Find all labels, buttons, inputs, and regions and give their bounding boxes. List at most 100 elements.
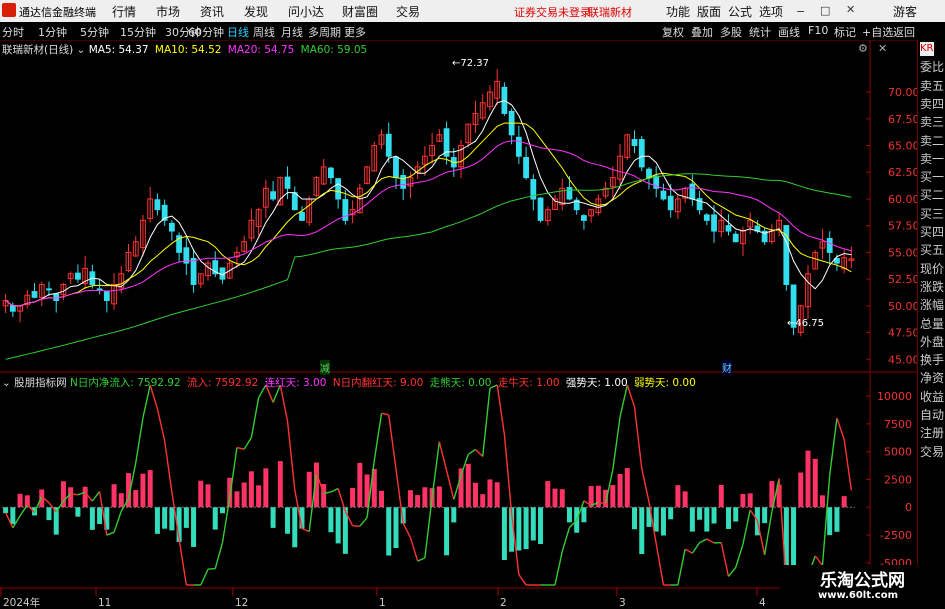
- sub-toggle-icon[interactable]: ⌄: [2, 377, 11, 389]
- side-label[interactable]: 买四: [920, 225, 944, 239]
- price-tick-label: 52.50: [888, 273, 917, 286]
- sub-tick-label: -2500: [880, 529, 912, 542]
- period-15min[interactable]: 15分钟: [120, 24, 156, 40]
- side-label[interactable]: 买一: [920, 170, 944, 184]
- side-label[interactable]: 卖三: [920, 115, 944, 129]
- high-marker: ←72.37: [452, 58, 490, 69]
- price-tick-label: 62.50: [888, 166, 917, 179]
- side-label[interactable]: 卖五: [920, 79, 944, 93]
- menu-wenxiaoda[interactable]: 问小达: [288, 3, 324, 20]
- side-label[interactable]: 买五: [920, 243, 944, 257]
- flow-bar-out: [386, 507, 392, 556]
- flow-bar-out: [827, 507, 833, 536]
- btn-f10[interactable]: F10: [808, 24, 828, 37]
- side-label[interactable]: 涨幅: [920, 298, 944, 312]
- menu-gongneng[interactable]: 功能: [666, 3, 690, 20]
- maximize-icon[interactable]: □: [820, 4, 830, 17]
- menu-zixun[interactable]: 资讯: [200, 3, 224, 20]
- btn-huaxian[interactable]: 画线: [778, 24, 800, 40]
- flow-bar-in: [415, 495, 421, 508]
- side-label[interactable]: 买二: [920, 188, 944, 202]
- period-fenshi[interactable]: 分时: [2, 24, 24, 40]
- flow-bar-out: [762, 507, 768, 524]
- menu-jiaoyi[interactable]: 交易: [396, 3, 420, 20]
- sub-item: N日内翻红天: 9.00: [332, 377, 424, 389]
- btn-tongji[interactable]: 统计: [749, 24, 771, 40]
- side-label[interactable]: 卖四: [920, 97, 944, 111]
- period-multi[interactable]: 多周期: [308, 24, 341, 40]
- price-tick-label: 57.50: [888, 220, 917, 233]
- menu-hangqing[interactable]: 行情: [112, 3, 136, 20]
- event-mark-jian[interactable]: 减: [320, 360, 330, 375]
- candle-body: [703, 214, 710, 221]
- minimize-icon[interactable]: −: [796, 5, 805, 18]
- side-label[interactable]: 卖二: [920, 134, 944, 148]
- period-more[interactable]: 更多: [344, 24, 366, 40]
- price-tick-label: 60.00: [888, 193, 917, 206]
- flow-bar-out: [516, 507, 522, 551]
- side-label[interactable]: 卖一: [920, 152, 944, 166]
- candle-body: [660, 190, 667, 200]
- flow-bar-out: [668, 507, 674, 520]
- time-tick-label: 11: [98, 597, 111, 609]
- period-daily[interactable]: 日线: [227, 24, 249, 40]
- candle-body: [190, 257, 197, 285]
- side-label[interactable]: 收益: [920, 390, 944, 404]
- btn-zixuan[interactable]: +自选: [862, 24, 893, 40]
- menu-faxian[interactable]: 发现: [244, 3, 268, 20]
- guest-label[interactable]: 游客: [893, 3, 917, 20]
- side-label[interactable]: 涨跌: [920, 280, 944, 294]
- period-60min[interactable]: 60分钟: [188, 24, 224, 40]
- btn-diejia[interactable]: 叠加: [691, 24, 713, 40]
- kline-chart[interactable]: 70.00 67.50 65.00 62.50 60.00 57.50 55.00 52.50…: [0, 40, 917, 609]
- side-label[interactable]: 注册: [920, 426, 944, 440]
- flow-bar-in: [248, 471, 254, 508]
- watermark-url: www.60lt.com: [818, 590, 899, 601]
- menu-gongshi[interactable]: 公式: [728, 3, 752, 20]
- side-label[interactable]: 买三: [920, 207, 944, 221]
- price-tick-label: 50.00: [888, 300, 917, 313]
- flow-bar-in: [812, 458, 818, 508]
- menu-shichang[interactable]: 市场: [156, 3, 180, 20]
- period-monthly[interactable]: 月线: [281, 24, 303, 40]
- side-label[interactable]: 外盘: [920, 335, 944, 349]
- period-1min[interactable]: 1分钟: [38, 24, 67, 40]
- side-label[interactable]: 委比: [920, 60, 944, 74]
- flow-bar-out: [162, 507, 168, 529]
- btn-duogu[interactable]: 多股: [720, 24, 742, 40]
- btn-biaoji[interactable]: 标记: [834, 24, 856, 40]
- side-label[interactable]: 交易: [920, 445, 944, 459]
- flow-bar-in: [234, 491, 240, 508]
- side-label[interactable]: 自动: [920, 408, 944, 422]
- btn-fanhui[interactable]: 返回: [893, 24, 915, 40]
- side-label[interactable]: 总量: [920, 317, 944, 331]
- settings-gear-icon[interactable]: ⚙: [858, 42, 868, 55]
- flow-bar-out: [97, 507, 103, 525]
- login-warning[interactable]: 证券交易未登录: [514, 4, 591, 20]
- period-5min[interactable]: 5分钟: [80, 24, 109, 40]
- net-flow-line: [359, 517, 368, 527]
- close-icon[interactable]: ✕: [846, 3, 855, 16]
- flow-bar-in: [306, 471, 312, 508]
- menu-banmian[interactable]: 版面: [697, 3, 721, 20]
- flow-bar-out: [285, 507, 291, 534]
- side-label[interactable]: KR: [920, 42, 934, 56]
- side-label[interactable]: 现价: [920, 262, 944, 276]
- flow-bar-in: [617, 474, 623, 508]
- side-label[interactable]: 换手: [920, 353, 944, 367]
- period-weekly[interactable]: 周线: [253, 24, 275, 40]
- flow-bar-out: [697, 507, 703, 520]
- panel-close-icon[interactable]: ✕: [878, 42, 887, 55]
- side-label[interactable]: 净资: [920, 371, 944, 385]
- menu-caifuquan[interactable]: 财富圈: [342, 3, 378, 20]
- menu-xuanxiang[interactable]: 选项: [759, 3, 783, 20]
- stock-name-top: 联瑞新材: [588, 6, 632, 19]
- event-mark-cai[interactable]: 财: [722, 360, 732, 375]
- net-flow-line: [554, 551, 563, 586]
- flow-bar-in: [559, 489, 565, 508]
- flow-bar-out: [444, 507, 450, 556]
- legend-toggle-icon[interactable]: ⌄: [77, 44, 89, 56]
- net-flow-line: [373, 413, 383, 461]
- net-flow-line: [475, 449, 484, 457]
- btn-fuquan[interactable]: 复权: [662, 24, 684, 40]
